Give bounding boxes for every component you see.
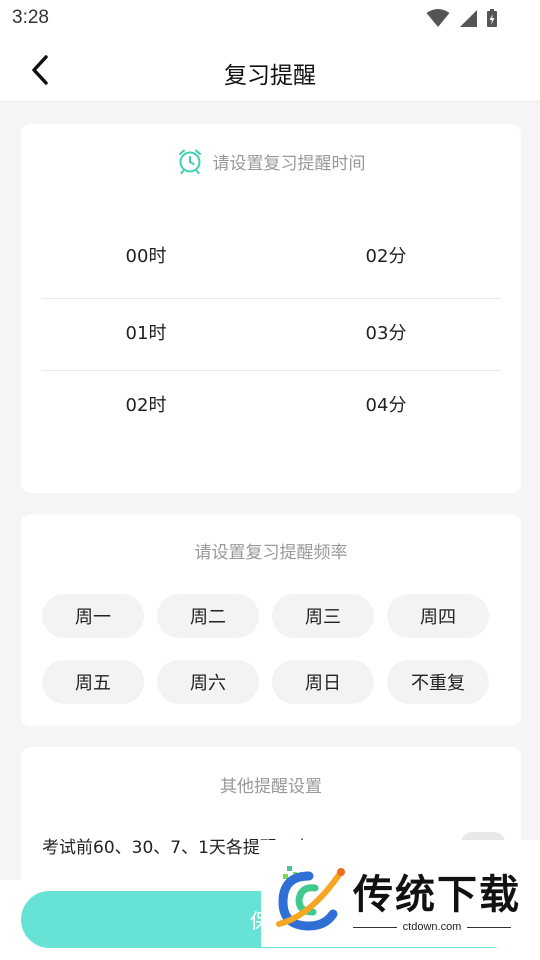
frequency-chip-sat[interactable]: 周六: [157, 660, 259, 704]
status-bar: 3:28: [0, 0, 540, 38]
app-bar: 复习提醒: [0, 38, 540, 102]
time-card-title: 请设置复习提醒时间: [212, 153, 366, 174]
picker-row: 02时 04分: [21, 370, 521, 442]
watermark-site: ctdown.com: [353, 921, 512, 933]
picker-row-selected: 01时 03分: [21, 298, 521, 370]
divider: [353, 926, 397, 928]
hour-option[interactable]: 00时: [21, 224, 271, 293]
divider: [467, 926, 512, 928]
frequency-chip-tue[interactable]: 周二: [157, 594, 259, 638]
frequency-chip-fri[interactable]: 周五: [42, 660, 144, 704]
alarm-clock-icon: [178, 149, 201, 174]
frequency-card-title: 请设置复习提醒频率: [194, 543, 348, 563]
watermark-title: 传统下载: [353, 872, 521, 918]
hour-option-selected[interactable]: 01时: [21, 298, 271, 370]
site-logo-icon: [276, 866, 345, 931]
frequency-options: 周一 周二 周三 周四 周五 周六 周日 不重复: [42, 594, 502, 704]
watermark-url: ctdown.com: [402, 921, 462, 933]
time-card-header: 请设置复习提醒时间: [21, 148, 521, 174]
hour-option[interactable]: 02时: [21, 370, 271, 442]
frequency-chip-mon[interactable]: 周一: [42, 594, 144, 638]
reminder-frequency-card: 请设置复习提醒频率 周一 周二 周三 周四 周五 周六 周日 不重复: [21, 514, 521, 726]
minute-option[interactable]: 04分: [271, 370, 501, 442]
wifi-icon: [426, 9, 450, 27]
page-title: 复习提醒: [224, 63, 316, 89]
status-icons: [426, 8, 498, 28]
signal-icon: [460, 10, 477, 27]
frequency-chip-wed[interactable]: 周三: [272, 594, 374, 638]
minute-option[interactable]: 02分: [271, 224, 501, 293]
frequency-chip-no-repeat[interactable]: 不重复: [387, 660, 489, 704]
other-card-title: 其他提醒设置: [220, 777, 322, 797]
picker-row: 00时 02分: [21, 224, 521, 293]
time-picker[interactable]: 00时 02分 01时 03分 02时 04分: [21, 224, 521, 474]
reminder-time-card: 请设置复习提醒时间 00时 02分 01时 03分 02时 04分: [21, 124, 521, 493]
frequency-chip-thu[interactable]: 周四: [387, 594, 489, 638]
minute-option-selected[interactable]: 03分: [271, 298, 501, 370]
watermark: 传统下载 ctdown.com: [261, 840, 540, 947]
status-time: 3:28: [12, 7, 49, 28]
frequency-chip-sun[interactable]: 周日: [272, 660, 374, 704]
battery-charging-icon: [487, 9, 497, 27]
